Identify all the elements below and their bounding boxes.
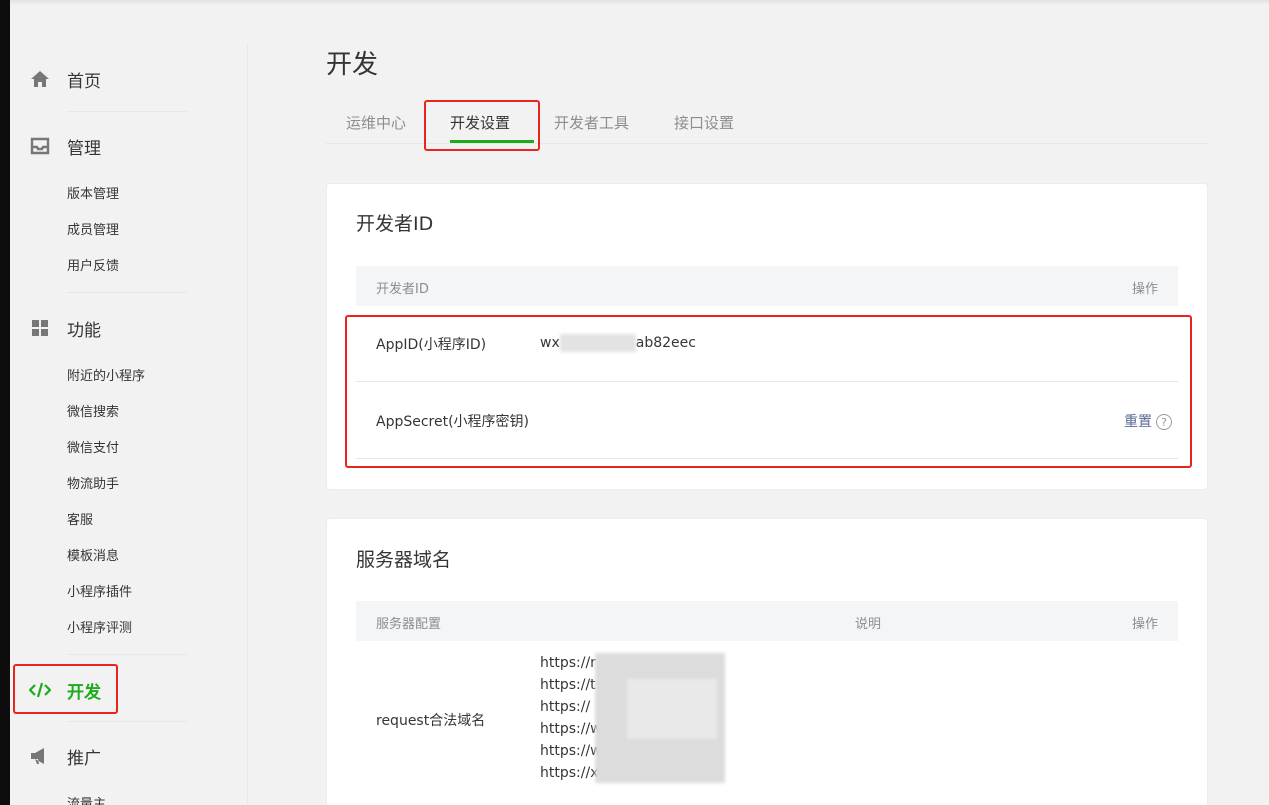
window-edge bbox=[0, 0, 10, 805]
sidebar-item-label: 功能 bbox=[67, 320, 101, 341]
highlight-box bbox=[345, 315, 1192, 468]
request-domain-label: request合法域名 bbox=[376, 713, 486, 729]
sidebar-item-logistics[interactable]: 物流助手 bbox=[67, 475, 119, 495]
sidebar-item-search[interactable]: 微信搜索 bbox=[67, 403, 119, 423]
highlight-box bbox=[13, 664, 118, 714]
divider bbox=[67, 111, 187, 112]
inbox-icon bbox=[29, 135, 51, 157]
sidebar-item-features[interactable]: 功能 bbox=[10, 308, 247, 348]
sidebar-item-plugin[interactable]: 小程序插件 bbox=[67, 583, 132, 603]
table-header: 服务器配置 说明 操作 bbox=[356, 601, 1178, 641]
sidebar-item-home[interactable]: 首页 bbox=[10, 59, 247, 99]
highlight-box bbox=[424, 100, 540, 151]
sidebar-item-traffic[interactable]: 流量主 bbox=[67, 795, 106, 805]
sidebar-item-label: 管理 bbox=[67, 138, 101, 159]
divider bbox=[67, 292, 187, 293]
page: 首页 管理 版本管理 成员管理 用户反馈 功能 附近的小程序 微信搜索 微信支付… bbox=[0, 0, 1269, 805]
domain-url: https://x bbox=[540, 765, 599, 781]
sidebar-item-manage[interactable]: 管理 bbox=[10, 126, 247, 166]
redacted-block bbox=[627, 679, 717, 739]
sidebar-item-service[interactable]: 客服 bbox=[67, 511, 93, 531]
server-domain-card: 服务器域名 服务器配置 说明 操作 request合法域名 https://r … bbox=[326, 518, 1208, 805]
card-title: 开发者ID bbox=[356, 213, 434, 235]
sidebar-divider bbox=[247, 44, 248, 805]
sidebar-item-version[interactable]: 版本管理 bbox=[67, 185, 119, 205]
column-header: 开发者ID bbox=[376, 282, 429, 297]
column-header: 服务器配置 bbox=[376, 617, 442, 632]
domain-url: https://r bbox=[540, 655, 596, 671]
domain-url: https://w bbox=[540, 721, 602, 737]
column-header: 操作 bbox=[1131, 617, 1158, 632]
megaphone-icon bbox=[29, 745, 51, 767]
domain-url: https:// bbox=[540, 699, 591, 715]
sidebar-item-promote[interactable]: 推广 bbox=[10, 736, 247, 776]
sidebar-item-pay[interactable]: 微信支付 bbox=[67, 439, 119, 459]
table-header: 开发者ID 操作 bbox=[356, 266, 1178, 306]
sidebar-item-template[interactable]: 模板消息 bbox=[67, 547, 119, 567]
column-header: 说明 bbox=[855, 617, 882, 632]
domain-url: https://t bbox=[540, 677, 596, 693]
tab-ops[interactable]: 运维中心 bbox=[346, 112, 406, 133]
sidebar-item-members[interactable]: 成员管理 bbox=[67, 221, 119, 241]
sidebar-item-feedback[interactable]: 用户反馈 bbox=[67, 257, 119, 277]
sidebar-item-label: 推广 bbox=[67, 748, 101, 769]
column-header: 操作 bbox=[1131, 282, 1158, 297]
sidebar-item-nearby[interactable]: 附近的小程序 bbox=[67, 367, 145, 387]
page-title: 开发 bbox=[326, 50, 379, 80]
grid-icon bbox=[29, 317, 51, 339]
sidebar-item-label: 首页 bbox=[67, 71, 101, 92]
divider bbox=[67, 654, 187, 655]
sidebar: 首页 管理 版本管理 成员管理 用户反馈 功能 附近的小程序 微信搜索 微信支付… bbox=[10, 5, 247, 805]
card-title: 服务器域名 bbox=[356, 549, 452, 571]
tab-dev-tools[interactable]: 开发者工具 bbox=[554, 112, 629, 133]
divider bbox=[67, 721, 187, 722]
domain-url: https://w bbox=[540, 743, 602, 759]
sidebar-item-review[interactable]: 小程序评测 bbox=[67, 619, 132, 639]
tab-api-settings[interactable]: 接口设置 bbox=[674, 112, 734, 133]
home-icon bbox=[29, 68, 51, 90]
